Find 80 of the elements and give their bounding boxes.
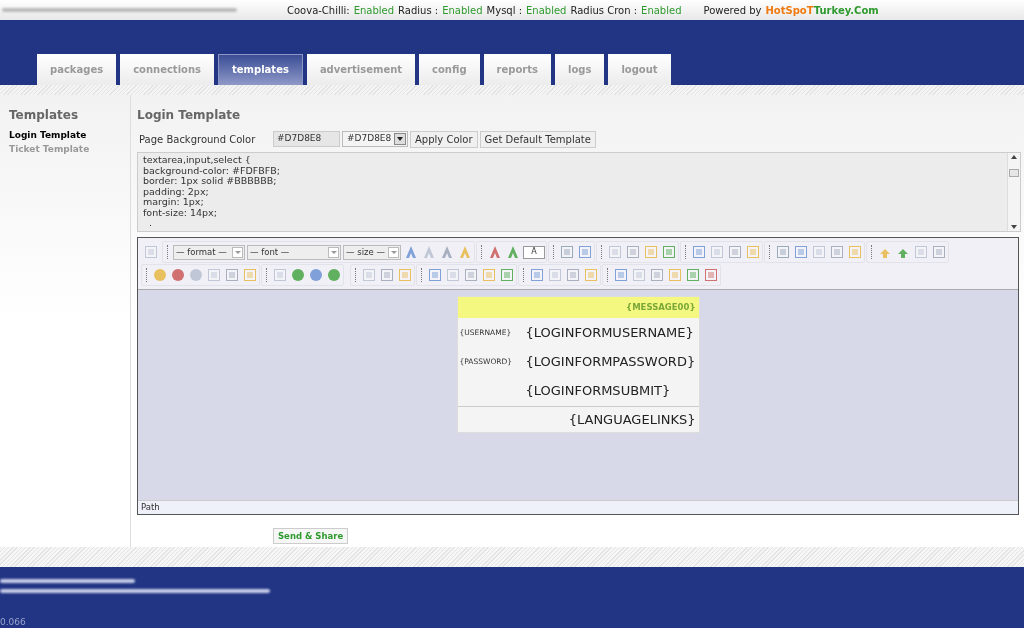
status-value: Enabled	[641, 3, 682, 18]
code-line: font-size: 14px;	[143, 207, 218, 218]
sidebar-title: Templates	[9, 107, 80, 124]
square-icon[interactable]	[811, 244, 827, 260]
nav-tab[interactable]: packages	[37, 54, 117, 85]
circle-icon[interactable]	[290, 267, 306, 283]
caret-icon	[394, 133, 406, 145]
color-select[interactable]: #D7D8E8	[342, 131, 408, 147]
square-icon[interactable]	[206, 267, 222, 283]
scrollbar[interactable]	[1007, 153, 1020, 231]
style-dropdown[interactable]: — format —	[173, 244, 245, 260]
square-icon[interactable]	[559, 244, 575, 260]
square-icon[interactable]	[775, 244, 791, 260]
css-code-field[interactable]: textarea,input,select { background-color: #FDFBFB; border: 1px solid #BBBBBB; padding: 2px; margin: 1px; font-size: 14px; .	[137, 152, 1021, 232]
square-icon[interactable]	[793, 244, 809, 260]
style-dropdown[interactable]: — size —	[343, 244, 401, 260]
code-line: padding: 2px;	[143, 186, 210, 197]
brand-link[interactable]: HotSpoTTurkey.Com	[765, 2, 879, 18]
language-links-cell: {LANGUAGELINKS}	[457, 406, 699, 432]
circle-icon[interactable]	[170, 267, 186, 283]
action-button[interactable]: Apply Color	[410, 130, 478, 148]
scroll-down-icon[interactable]	[1011, 225, 1017, 229]
status-value: Enabled	[353, 3, 395, 18]
style-dropdown[interactable]: — font —	[247, 244, 341, 260]
nav-tab[interactable]: logout	[608, 54, 671, 85]
status-label: Radius Cron :	[570, 3, 638, 18]
square-icon[interactable]	[224, 267, 240, 283]
highlight-color-button[interactable]: A	[523, 245, 545, 259]
sidebar-link[interactable]: Ticket Template	[9, 142, 130, 156]
color-field[interactable]: #D7D8E8	[273, 131, 340, 147]
circle-icon[interactable]	[152, 267, 168, 283]
field-label: Page Background Color	[139, 132, 257, 147]
scroll-up-icon[interactable]	[1011, 155, 1017, 159]
code-line: margin: 1px;	[143, 197, 204, 208]
status-label: Mysql :	[486, 3, 523, 18]
letter-a-icon[interactable]	[487, 244, 503, 260]
caret-icon	[328, 246, 339, 258]
code-line: background-color: #FDFBFB;	[143, 165, 281, 176]
path-label: Path	[141, 501, 160, 514]
placeholder-cell-text: {LOGINFORMUSERNAME}	[525, 323, 695, 342]
letter-a-icon[interactable]	[403, 244, 419, 260]
sidebar-link[interactable]: Login Template	[9, 128, 130, 142]
code-line: .	[148, 218, 154, 229]
status-label: Radius :	[398, 3, 439, 18]
nav-tab[interactable]: templates	[218, 54, 303, 85]
circle-icon[interactable]	[326, 267, 342, 283]
status-label: Coova-Chilli:	[287, 3, 350, 18]
letter-a-icon[interactable]	[421, 244, 437, 260]
letter-a-icon[interactable]	[457, 244, 473, 260]
nav-tab[interactable]: config	[419, 54, 480, 85]
placeholder-cell-text: {LOGINFORMPASSWORD}	[525, 352, 697, 371]
page-timing: 0.066	[0, 617, 26, 627]
square-icon[interactable]	[931, 244, 947, 260]
square-icon[interactable]	[847, 244, 863, 260]
square-icon[interactable]	[913, 244, 929, 260]
square-icon[interactable]	[242, 267, 258, 283]
caret-icon	[232, 246, 243, 258]
circle-icon[interactable]	[308, 267, 324, 283]
nav-tab[interactable]: advertisement	[306, 54, 416, 85]
nav-tab[interactable]: logs	[554, 54, 605, 85]
code-line: textarea,input,select {	[143, 155, 252, 166]
scroll-thumb[interactable]	[1009, 169, 1019, 177]
code-line: border: 1px solid #BBBBBB;	[143, 176, 278, 187]
square-icon[interactable]	[577, 244, 593, 260]
circle-icon[interactable]	[188, 267, 204, 283]
page-title: Login Template	[137, 107, 242, 123]
powered-by-label: Powered by	[703, 3, 762, 18]
letter-a-icon[interactable]	[439, 244, 455, 260]
message-cell: {MESSAGE00}	[457, 297, 699, 318]
square-icon[interactable]	[272, 267, 288, 283]
nav-tab[interactable]: reports	[483, 54, 551, 85]
square-icon[interactable]	[829, 244, 845, 260]
status-value: Enabled	[526, 3, 567, 18]
letter-a-icon[interactable]	[505, 244, 521, 260]
send-button[interactable]: Send & Share	[273, 528, 349, 545]
status-value: Enabled	[442, 3, 483, 18]
placeholder-cell-text: {LOGINFORMSUBMIT}	[525, 381, 672, 400]
action-button[interactable]: Get Default Template	[479, 130, 596, 148]
nav-tab[interactable]: connections	[120, 54, 215, 85]
caret-icon	[388, 246, 399, 258]
